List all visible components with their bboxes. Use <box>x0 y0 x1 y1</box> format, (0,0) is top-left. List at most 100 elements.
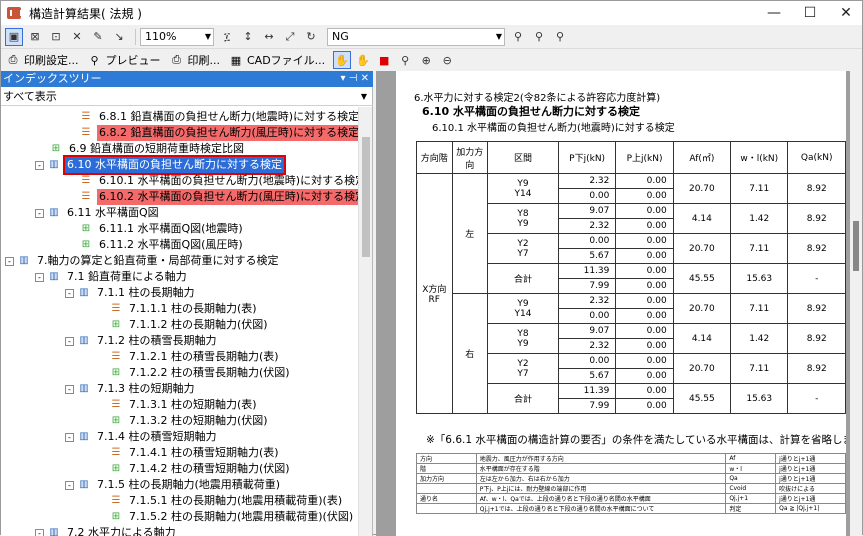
collapse-toggle-icon[interactable]: - <box>35 161 44 170</box>
fit-height-icon[interactable]: ↕ <box>239 28 257 46</box>
close-button[interactable]: ✕ <box>831 1 861 25</box>
table-cell: 0.00 <box>616 204 673 219</box>
grid-icon: ⊞ <box>109 463 123 475</box>
tree-node[interactable]: -▥6.11 水平構面Q図 <box>35 205 161 221</box>
list-icon: ☰ <box>109 399 123 411</box>
minimize-button[interactable]: — <box>759 1 789 25</box>
tree-node[interactable]: -▥7.2 水平力による軸力 <box>35 525 178 536</box>
print-settings-button[interactable]: ⎙印刷設定... <box>5 52 79 68</box>
tree-node[interactable]: ☰7.1.4.1 柱の積雪短期軸力(表) <box>109 445 281 461</box>
preview-button[interactable]: ⚲プレビュー <box>87 52 161 68</box>
tree-node[interactable]: ⊞7.1.4.2 柱の積雪短期軸力(伏図) <box>109 461 292 477</box>
tree-node[interactable]: -▥7.1.1 柱の長期軸力 <box>65 285 197 301</box>
grid-icon: ⊞ <box>109 511 123 523</box>
tree-node[interactable]: ⊞7.1.2.2 柱の積雪長期軸力(伏図) <box>109 365 292 381</box>
tree-node[interactable]: ☰7.1.5.1 柱の長期軸力(地震用積載荷重)(表) <box>109 493 344 509</box>
collapse-toggle-icon[interactable]: - <box>65 433 74 442</box>
tree-node[interactable]: ⊞7.1.3.2 柱の短期軸力(伏図) <box>109 413 270 429</box>
collapse-toggle-icon[interactable]: - <box>65 385 74 394</box>
legend-cell: 地震力、風圧力が作用する方向 <box>476 454 726 464</box>
tree-node[interactable]: -▥7.1 鉛直荷重による軸力 <box>35 269 189 285</box>
tree-node[interactable]: ☰7.1.1.1 柱の長期軸力(表) <box>109 301 259 317</box>
doc-heading-1: 6.水平力に対する検定2(令82条による許容応力度計算) <box>414 89 660 104</box>
pan-icon[interactable]: ↘ <box>110 28 128 46</box>
find-next-icon[interactable]: ⚲ <box>551 28 569 46</box>
list-icon: ☰ <box>109 495 123 507</box>
collapse-toggle-icon[interactable]: - <box>35 273 44 282</box>
tree-node[interactable]: -▥6.10 水平構面の負担せん断力に対する検定 <box>35 157 284 173</box>
tree-node[interactable]: -▥7.1.3 柱の短期軸力 <box>65 381 197 397</box>
tree-node[interactable]: ☰6.8.1 鉛直構面の負担せん断力(地震時)に対する検定 <box>79 109 359 125</box>
legend-cell: 水平構面が存在する階 <box>476 464 726 474</box>
zoom-in-icon[interactable]: ⊕ <box>417 51 435 69</box>
tree-node[interactable]: ⊞6.9 鉛直構面の短期荷重時検定比図 <box>49 141 246 157</box>
hand-tool-icon[interactable]: ✋ <box>333 51 351 69</box>
tree-node[interactable]: ⊞7.1.1.2 柱の長期軸力(伏図) <box>109 317 270 333</box>
book-icon: ▥ <box>47 207 61 219</box>
book-icon: ▥ <box>77 383 91 395</box>
tree-node[interactable]: ☰6.10.1 水平構面の負担せん断力(地震時)に対する検定 <box>79 173 359 189</box>
tree-node[interactable]: ⊞7.1.5.2 柱の長期軸力(地震用積載荷重)(伏図) <box>109 509 355 525</box>
legend-row: 加力方向左は左から加力、右は右から加力Qaj通りとj+1通 <box>417 474 846 484</box>
tree-node-label: 7.1.1.2 柱の長期軸力(伏図) <box>127 317 270 333</box>
pane-controls[interactable]: ▾ ⊣ ✕ <box>341 71 369 87</box>
zoom-out-page-icon[interactable]: ⊠ <box>26 28 44 46</box>
maximize-button[interactable]: ☐ <box>795 1 825 25</box>
tree-node[interactable]: -▥7.1.5 柱の長期軸力(地震用積載荷重) <box>65 477 282 493</box>
print-button[interactable]: ⎙印刷... <box>169 52 221 68</box>
collapse-toggle-icon[interactable]: - <box>65 337 74 346</box>
hand-alt-icon[interactable]: ✋ <box>354 51 372 69</box>
table-cell: 7.11 <box>731 234 788 264</box>
collapse-toggle-icon[interactable]: - <box>65 481 74 490</box>
fit-100-icon[interactable]: ፲ <box>218 28 236 46</box>
document-scrollbar[interactable] <box>850 71 862 536</box>
tree-node[interactable]: ☰7.1.3.1 柱の短期軸力(表) <box>109 397 259 413</box>
collapse-toggle-icon[interactable]: - <box>35 209 44 218</box>
fit-page-icon[interactable]: ✎ <box>89 28 107 46</box>
collapse-toggle-icon[interactable]: - <box>65 289 74 298</box>
table-cell: 7.11 <box>731 354 788 384</box>
fit-width-arrows-icon[interactable]: ↔ <box>260 28 278 46</box>
legend-row: 階水平構面が存在する階w・lj通りとj+1通 <box>417 464 846 474</box>
zoom-select[interactable]: 110%▼ <box>140 28 214 46</box>
tree-node[interactable]: -▥7.1.4 柱の積雪短期軸力 <box>65 429 219 445</box>
tree-node-label: 7.1.2 柱の積雪長期軸力 <box>95 333 219 349</box>
table-row: 右Y9 Y142.320.0020.707.118.92 <box>417 294 846 309</box>
legend-cell: Af <box>726 454 776 464</box>
table-cell: 0.00 <box>616 339 673 354</box>
cad-file-button[interactable]: ▦CADファイル... <box>228 52 325 68</box>
list-icon: ☰ <box>79 111 93 123</box>
tree-node[interactable]: -▥7.軸力の算定と鉛直荷重・局部荷重に対する検定 <box>5 253 281 269</box>
tree-filter-select[interactable]: すべて表示▼ <box>1 88 373 106</box>
zoom-out-icon[interactable]: ⊖ <box>438 51 456 69</box>
tree-node[interactable]: ☰6.8.2 鉛直構面の負担せん断力(風圧時)に対する検定(NG：8) <box>79 125 359 141</box>
binoculars-icon[interactable]: ⚲ <box>509 28 527 46</box>
preview-icon: ⚲ <box>87 53 103 67</box>
index-view-icon[interactable]: ▣ <box>5 28 23 46</box>
legend-cell: 吹抜けによる <box>776 484 846 494</box>
table-cell: 0.00 <box>616 309 673 324</box>
toolbar-print: ⎙印刷設定... ⚲プレビュー ⎙印刷... ▦CADファイル... ✋ ✋ ■… <box>1 49 862 71</box>
tree-scrollbar[interactable] <box>358 107 372 536</box>
ng-filter-select[interactable]: NG▼ <box>327 28 505 46</box>
zoom-region-icon[interactable]: ⤢ <box>281 28 299 46</box>
table-cell: 15.63 <box>731 384 788 414</box>
fit-width-icon[interactable]: ✕ <box>68 28 86 46</box>
zoom-in-page-icon[interactable]: ⊡ <box>47 28 65 46</box>
tree-node[interactable]: ⊞6.11.2 水平構面Q図(風圧時) <box>79 237 245 253</box>
scroll-thumb[interactable] <box>362 137 370 257</box>
scroll-thumb[interactable] <box>853 221 859 271</box>
search-icon[interactable]: ⚲ <box>396 51 414 69</box>
collapse-toggle-icon[interactable]: - <box>5 257 14 266</box>
column-header: 方向階 <box>417 142 453 174</box>
stop-icon[interactable]: ■ <box>375 51 393 69</box>
tree-node[interactable]: ☰7.1.2.1 柱の積雪長期軸力(表) <box>109 349 281 365</box>
find-prev-icon[interactable]: ⚲ <box>530 28 548 46</box>
rotate-icon[interactable]: ↻ <box>302 28 320 46</box>
tree-node[interactable]: -▥7.1.2 柱の積雪長期軸力 <box>65 333 219 349</box>
tree-node[interactable]: ⊞6.11.1 水平構面Q図(地震時) <box>79 221 245 237</box>
table-cell: 4.14 <box>673 204 730 234</box>
legend-cell: j通りとj+1通 <box>776 454 846 464</box>
tree-node[interactable]: ☰6.10.2 水平構面の負担せん断力(風圧時)に対する検定(NG：4) <box>79 189 359 205</box>
tree-node-label: 7.1.2.2 柱の積雪長期軸力(伏図) <box>127 365 292 381</box>
